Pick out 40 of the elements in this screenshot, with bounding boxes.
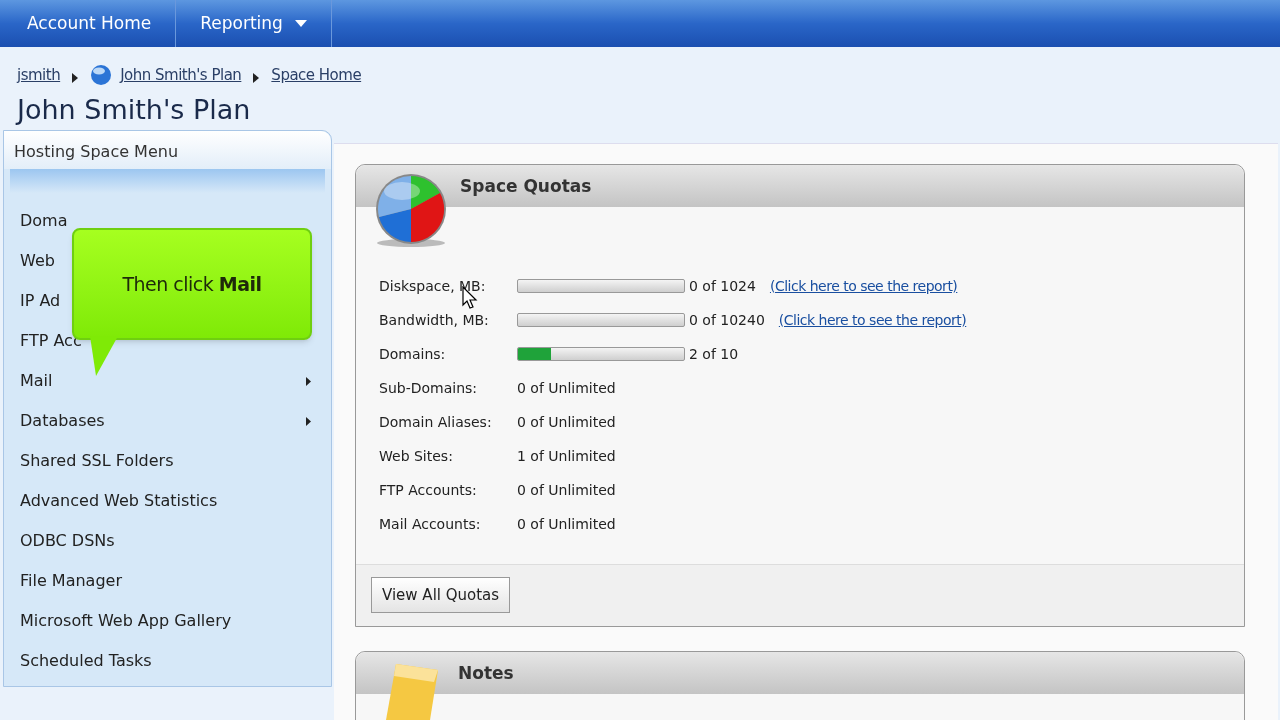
breadcrumb-link[interactable]: jsmith — [17, 63, 61, 87]
page-title: John Smith's Plan — [14, 93, 252, 127]
quota-value: 0 of Unlimited — [517, 378, 616, 398]
quota-label: Mail Accounts: — [379, 514, 482, 534]
quota-label: FTP Accounts: — [379, 480, 478, 500]
sidebar-item[interactable]: Shared SSL Folders — [4, 441, 331, 481]
quota-label: Diskspace, MB: — [379, 276, 487, 296]
quota-label: Web Sites: — [379, 446, 454, 466]
card-title: Space Quotas — [460, 176, 592, 196]
quota-label: Domain Aliases: — [379, 412, 493, 432]
separator-arrow-icon — [253, 73, 260, 83]
sidebar-item[interactable]: Databases — [4, 401, 331, 441]
sidebar-title: Hosting Space Menu — [4, 131, 331, 169]
nav-tab[interactable]: Reporting — [176, 0, 332, 47]
quota-value: 0 of Unlimited — [517, 412, 616, 432]
quota-value: 0 of Unlimited — [517, 480, 616, 500]
quota-value: 0 of 1024 — [689, 276, 756, 296]
quota-label: Bandwidth, MB: — [379, 310, 490, 330]
sidebar-item[interactable]: Mail — [4, 361, 331, 401]
quota-value: 0 of Unlimited — [517, 514, 616, 534]
quota-label: Sub-Domains: — [379, 378, 479, 398]
sidebar-item[interactable]: Advanced Web Statistics — [4, 481, 331, 521]
quota-label: Domains: — [379, 344, 447, 364]
callout-text: Then click Mail — [122, 271, 262, 297]
sidebar-item[interactable]: Microsoft Web App Gallery — [4, 601, 331, 641]
breadcrumb-link[interactable]: Space Home — [271, 63, 362, 87]
sidebar-item[interactable]: Scheduled Tasks — [4, 641, 331, 681]
breadcrumb-link[interactable]: John Smith's Plan — [120, 63, 242, 87]
quota-value: 2 of 10 — [689, 344, 739, 364]
report-link[interactable]: (Click here to see the report) — [769, 275, 958, 297]
tooltip-tail — [90, 336, 118, 376]
view-all-quotas-button[interactable]: View All Quotas — [371, 577, 511, 613]
separator-arrow-icon — [72, 73, 79, 83]
nav-tab[interactable]: Account Home — [3, 0, 177, 47]
sidebar-item[interactable]: ODBC DSNs — [4, 521, 331, 561]
quota-value: 1 of Unlimited — [517, 446, 616, 466]
report-link[interactable]: (Click here to see the report) — [778, 309, 967, 331]
card-title: Notes — [458, 663, 514, 683]
quota-value: 0 of 10240 — [689, 310, 765, 330]
sidebar-item[interactable]: File Manager — [4, 561, 331, 601]
